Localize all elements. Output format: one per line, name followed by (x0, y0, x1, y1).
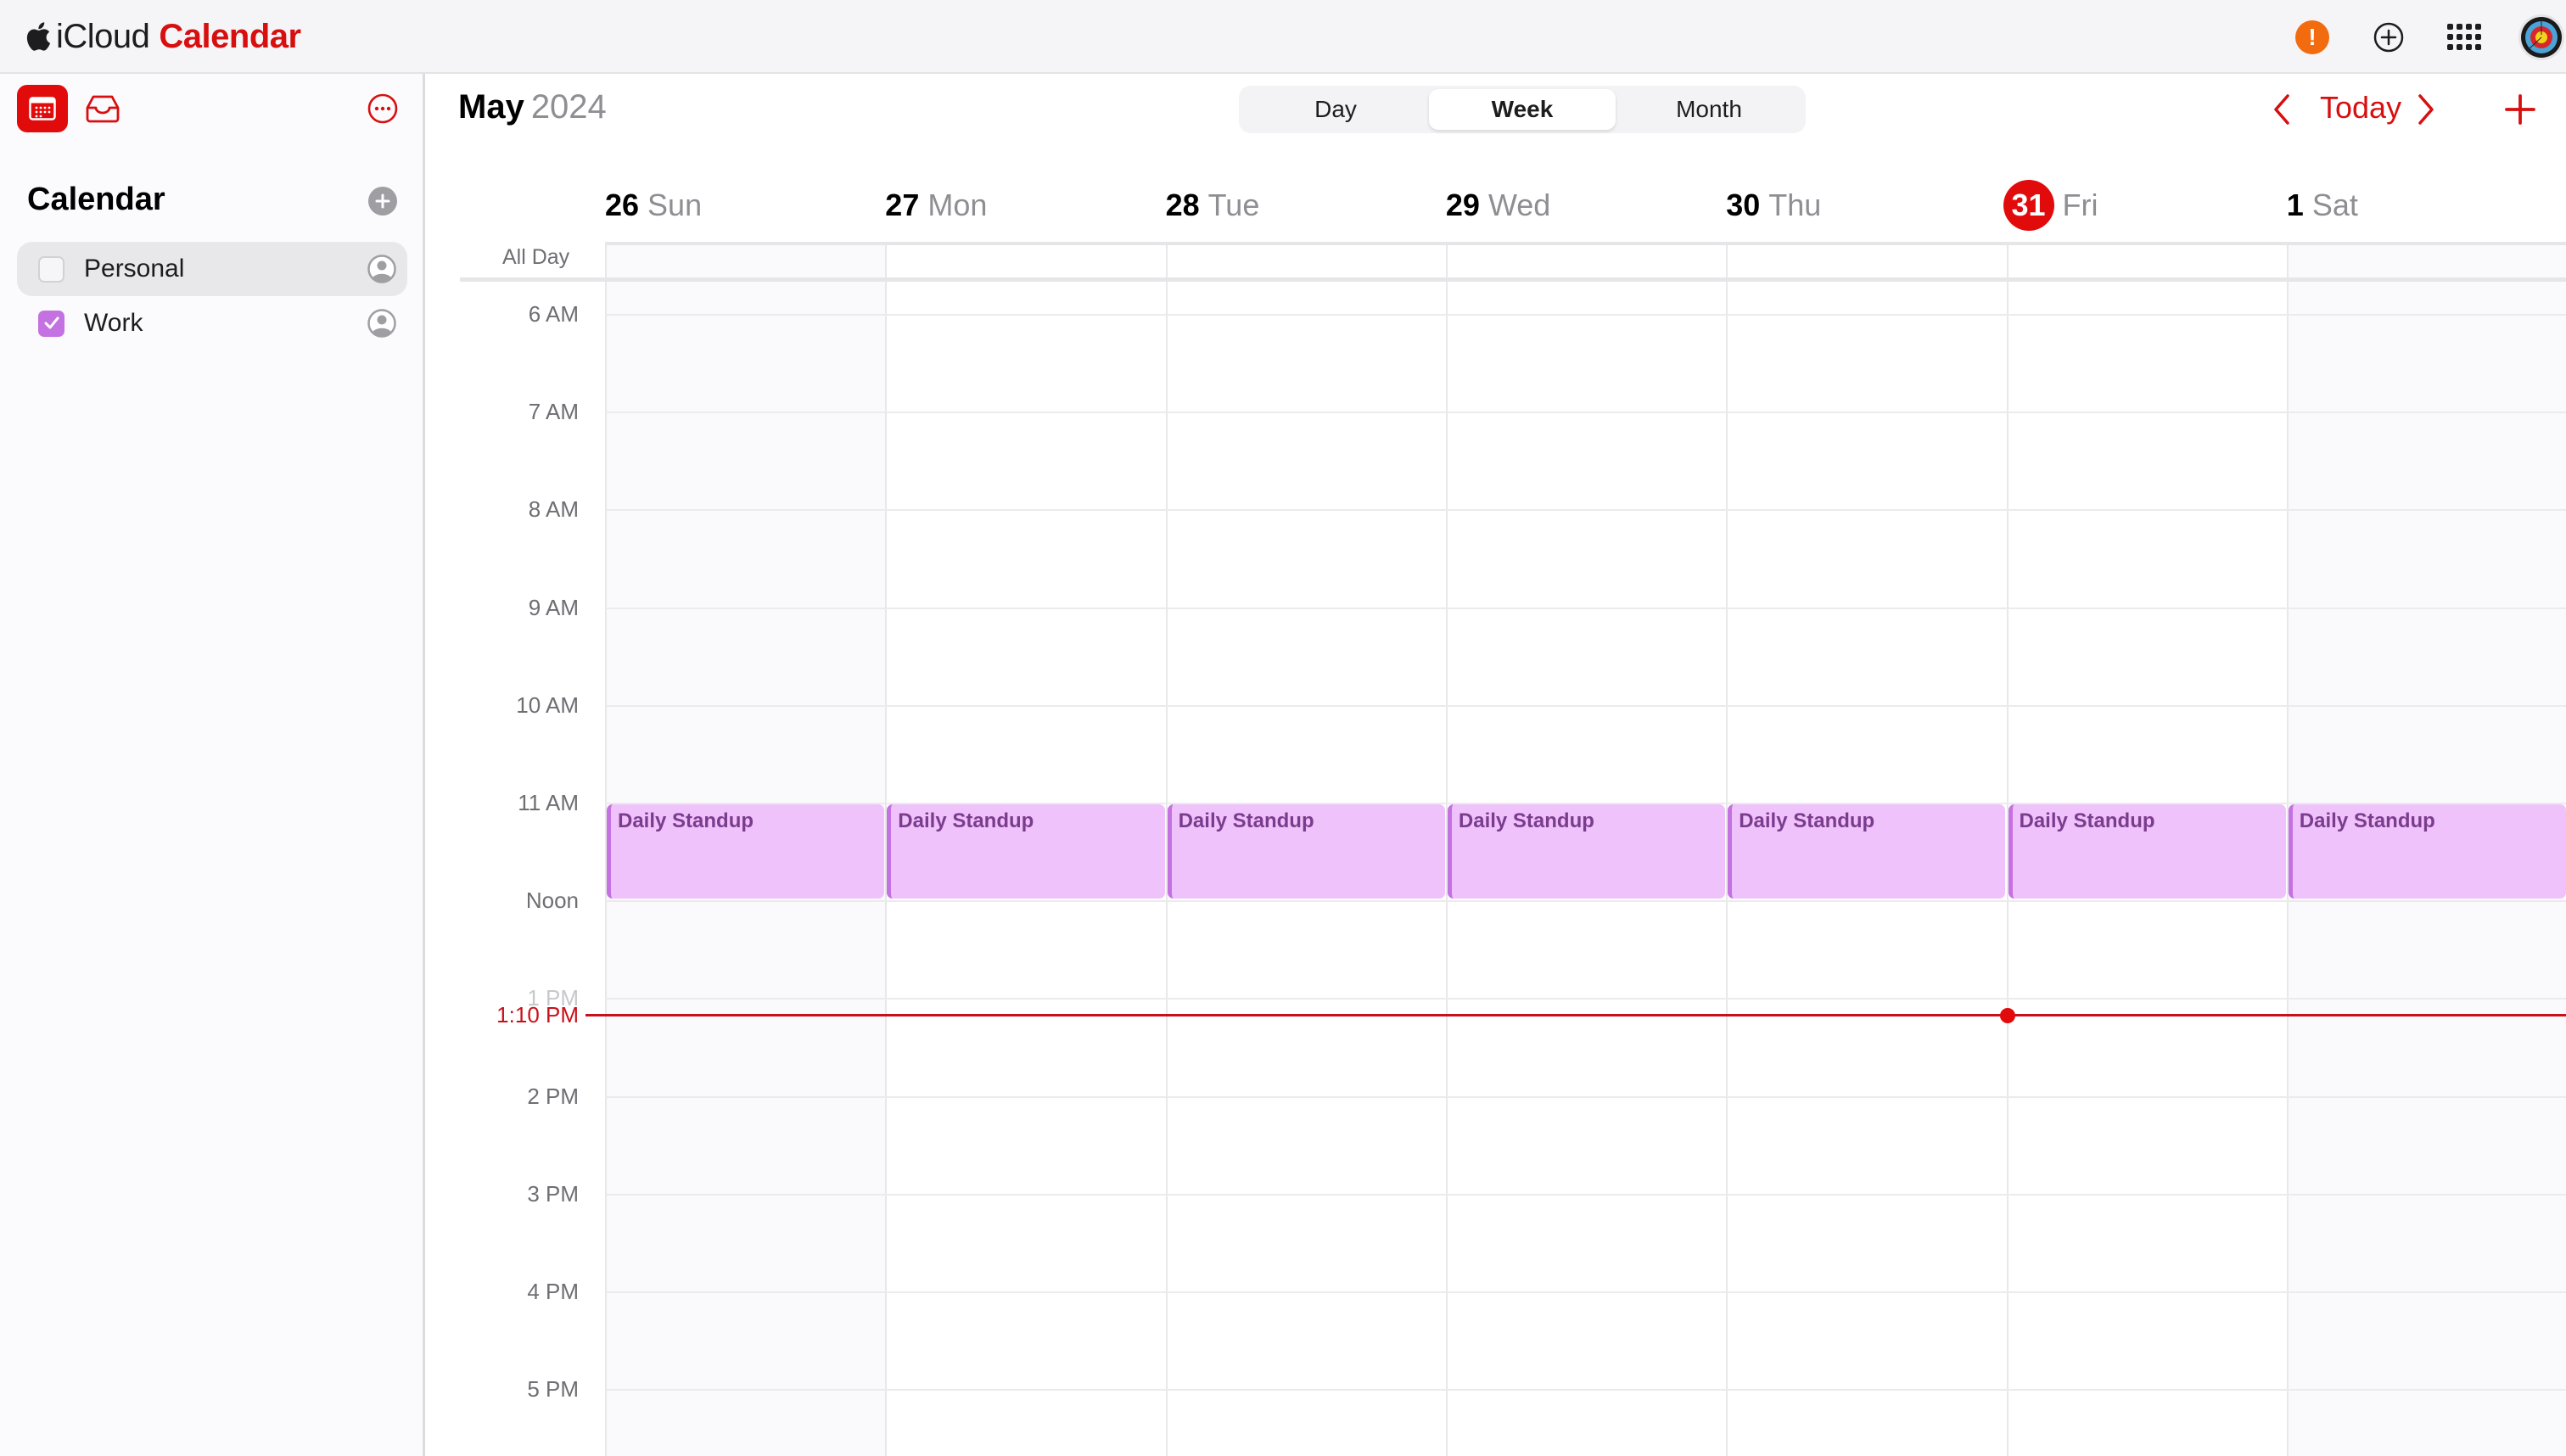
day-number: 1 (2286, 188, 2304, 222)
day-header[interactable]: 27 Mon (885, 176, 987, 235)
work-checkbox[interactable] (38, 310, 64, 337)
day-of-week: Thu (1768, 188, 1822, 222)
event-title: Daily Standup (1458, 809, 1594, 832)
event-title: Daily Standup (2019, 809, 2155, 832)
hour-gridline (605, 509, 2566, 512)
hour-label: 4 PM (527, 1279, 579, 1304)
hour-gridline (605, 998, 2566, 1000)
hour-gridline (605, 607, 2566, 609)
avatar[interactable] (2518, 14, 2564, 60)
day-of-week: Wed (1487, 188, 1551, 222)
calendar-item-label: Personal (84, 255, 185, 283)
event-title: Daily Standup (2299, 809, 2435, 832)
personal-checkbox[interactable] (38, 255, 64, 283)
hour-label: 5 PM (527, 1376, 579, 1403)
day-number: 27 (885, 188, 920, 222)
hour-label: 2 PM (527, 1083, 579, 1109)
current-time-label: 1:10 PM (496, 1001, 579, 1028)
day-of-week: Mon (927, 188, 988, 222)
current-time-dot (1999, 1007, 2015, 1023)
day-of-week: Sat (2311, 188, 2358, 222)
app-grid-icon (2447, 24, 2481, 50)
app-grid-button[interactable] (2446, 19, 2483, 56)
calendar-icon (29, 97, 56, 120)
event-title: Daily Standup (1178, 809, 1314, 832)
hour-label: 11 AM (518, 790, 579, 815)
hour-gridline (605, 314, 2566, 316)
hour-label: 3 PM (527, 1180, 579, 1207)
calendar-item-work[interactable]: Work (17, 296, 407, 350)
week-grid: 6 AM 7 AM 8 AM 9 AM 10 AM 11 AM Noon 1 PM 2 PM 3 … (428, 76, 2566, 1456)
hour-label: 9 AM (528, 594, 579, 620)
day-number: 28 (1165, 188, 1200, 222)
hour-label: Noon (525, 888, 579, 914)
day-header[interactable]: 30 Thu (1726, 176, 1821, 235)
all-day-label: All Day (502, 245, 570, 269)
add-calendar-button[interactable] (368, 187, 397, 216)
event-title: Daily Standup (898, 809, 1034, 832)
event-daily-standup[interactable]: Daily Standup (887, 804, 1165, 899)
event-title: Daily Standup (618, 809, 754, 832)
today-date-badge: 31 (2003, 180, 2054, 231)
hour-label: 10 AM (516, 692, 579, 718)
hour-label: 8 AM (528, 496, 579, 523)
current-time-line (585, 1013, 2566, 1016)
shared-person-icon[interactable] (367, 255, 396, 283)
day-of-week: Fri (2062, 188, 2098, 222)
alert-button[interactable]: ! (2294, 19, 2331, 56)
plus-icon (375, 193, 390, 209)
day-number: 29 (1445, 188, 1480, 222)
hour-gridline (605, 1291, 2566, 1293)
checkmark-icon (44, 316, 59, 329)
alert-icon: ! (2295, 20, 2329, 54)
sidebar: Calendar Personal Work (0, 74, 425, 1456)
archery-target-avatar-icon (2521, 17, 2562, 58)
day-number: 30 (1726, 188, 1761, 222)
apple-logo-icon (26, 22, 51, 51)
hour-gridline (605, 1389, 2566, 1392)
hour-label: 7 AM (528, 399, 579, 425)
hour-label: 6 AM (528, 301, 579, 327)
shared-person-icon[interactable] (367, 309, 396, 338)
all-day-separator (460, 277, 2566, 282)
event-title: Daily Standup (1739, 809, 1875, 832)
event-daily-standup[interactable]: Daily Standup (1167, 804, 1445, 899)
calendar-main: May 2024 Day Week Month Today 6 AM 7 AM 8 A… (428, 76, 2566, 1456)
hour-gridline (605, 704, 2566, 707)
brand-name: Calendar (159, 17, 301, 55)
day-header[interactable]: 28 Tue (1166, 176, 1260, 235)
day-header[interactable]: 26 Sun (605, 176, 702, 235)
add-circle-button[interactable] (2370, 19, 2407, 56)
top-bar: iCloud Calendar ! (0, 0, 2566, 74)
day-number: 26 (605, 188, 640, 222)
brand-prefix: iCloud (56, 17, 150, 55)
day-of-week: Sun (647, 188, 703, 222)
event-daily-standup[interactable]: Daily Standup (2008, 804, 2286, 899)
calendar-item-label: Work (84, 309, 143, 337)
event-daily-standup[interactable]: Daily Standup (1728, 804, 2006, 899)
hour-gridline (605, 900, 2566, 903)
calendar-view-button[interactable] (17, 85, 68, 132)
event-daily-standup[interactable]: Daily Standup (2288, 804, 2566, 899)
add-circle-icon (2373, 22, 2404, 53)
event-daily-standup[interactable]: Daily Standup (607, 804, 885, 899)
hour-gridline (605, 412, 2566, 414)
calendars-heading: Calendar (27, 182, 165, 217)
calendar-item-personal[interactable]: Personal (17, 242, 407, 296)
day-header[interactable]: 29 Wed (1446, 176, 1550, 235)
day-of-week: Tue (1207, 188, 1260, 222)
event-daily-standup[interactable]: Daily Standup (1447, 804, 1726, 899)
day-header[interactable]: 31 Fri (2003, 176, 2098, 235)
hour-gridline (605, 1095, 2566, 1098)
app-brand[interactable]: iCloud Calendar (25, 14, 301, 59)
inbox-icon[interactable] (85, 92, 120, 125)
all-day-top-border (605, 242, 2566, 245)
day-header[interactable]: 1 Sat (2287, 176, 2358, 235)
hour-gridline (605, 1193, 2566, 1196)
more-options-icon[interactable] (367, 92, 399, 125)
